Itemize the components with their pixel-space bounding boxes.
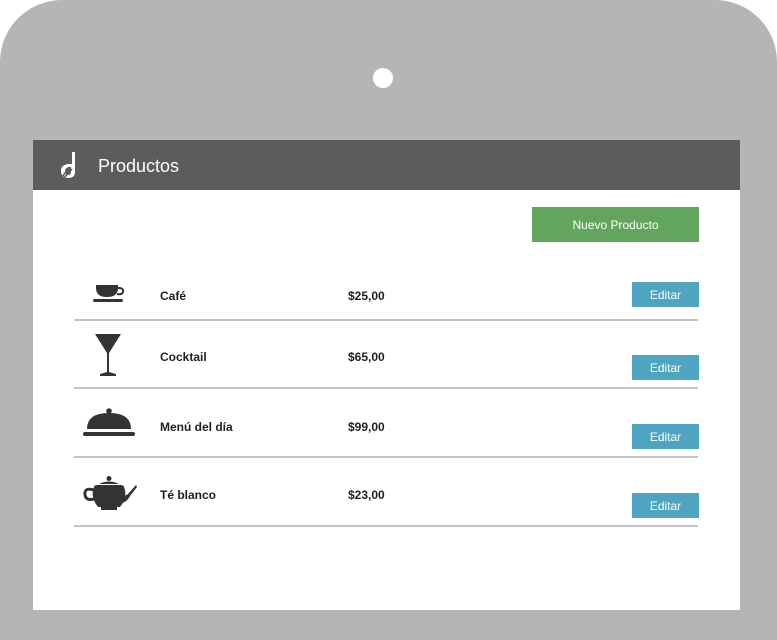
product-row: Cocktail $65,00 Editar [74,321,699,389]
new-product-button[interactable]: Nuevo Producto [532,207,699,242]
product-row: Menú del día $99,00 Editar [74,389,699,458]
edit-button[interactable]: Editar [632,282,699,307]
product-price: $99,00 [348,420,385,434]
product-name: Menú del día [160,420,233,434]
product-row: Té blanco $23,00 Editar [74,458,699,527]
app-screen: Productos Nuevo Producto Café $25,00 Edi… [33,140,740,610]
whisk-logo-icon [61,152,75,179]
edit-button[interactable]: Editar [632,424,699,449]
product-name: Té blanco [160,488,217,502]
page-title: Productos [98,156,180,176]
teapot-icon [83,476,137,510]
edit-button[interactable]: Editar [632,493,699,518]
product-price: $25,00 [348,289,385,303]
camera-dot [373,68,393,88]
app-header: Productos [33,140,740,190]
edit-button[interactable]: Editar [632,355,699,380]
product-name: Café [160,289,187,303]
product-price: $23,00 [348,488,385,502]
cocktail-glass-icon [95,334,121,376]
product-row: Café $25,00 Editar [74,270,699,321]
cloche-icon [83,408,135,436]
product-name: Cocktail [160,350,207,364]
coffee-cup-icon [93,285,125,302]
product-price: $65,00 [348,350,385,364]
